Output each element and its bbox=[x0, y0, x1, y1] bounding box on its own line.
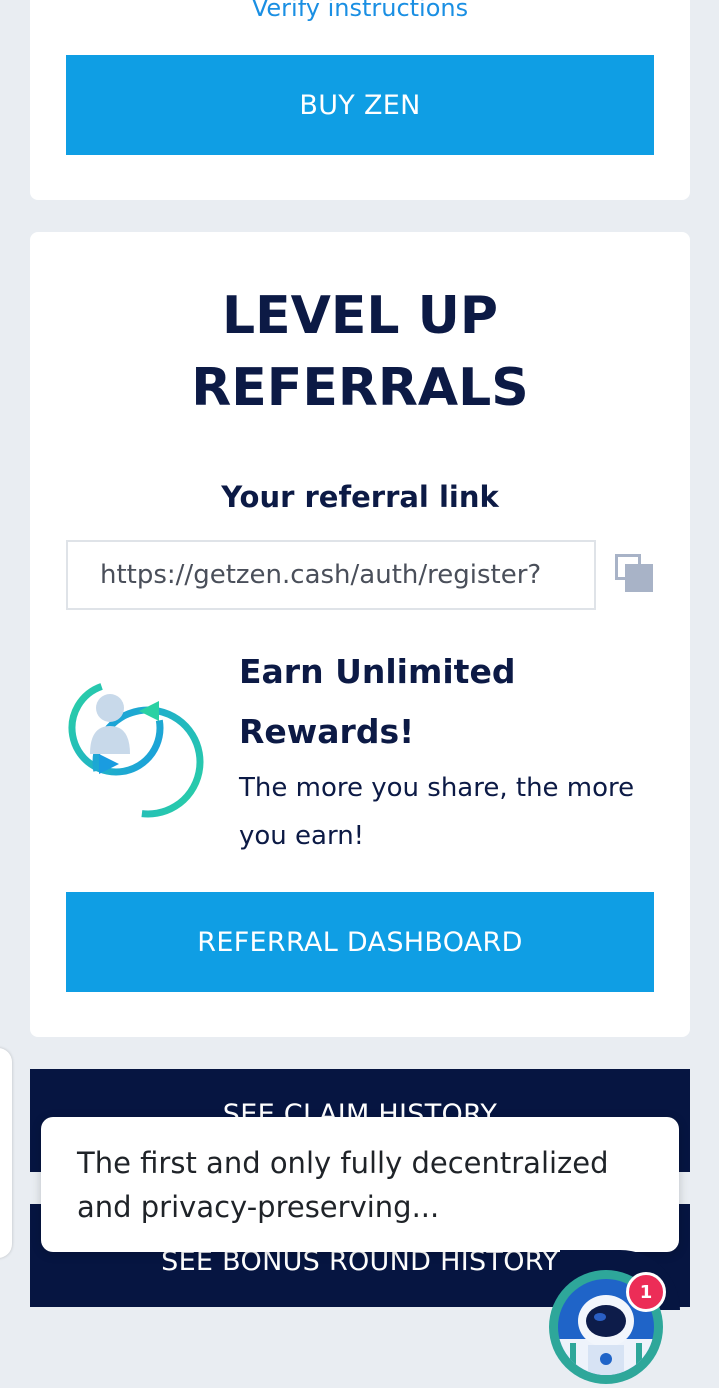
referral-cycle-icon bbox=[68, 680, 204, 818]
referrals-title-line1: LEVEL UP bbox=[222, 286, 498, 346]
chat-preview-bubble[interactable]: The first and only fully decentralized a… bbox=[41, 1117, 679, 1252]
earn-rewards-title: Earn Unlimited Rewards! bbox=[239, 652, 516, 751]
side-drawer-tab[interactable] bbox=[0, 1048, 12, 1258]
referrals-title-line2: REFERRALS bbox=[191, 358, 529, 418]
notification-badge: 1 bbox=[626, 1272, 666, 1312]
buy-zen-button[interactable]: BUY ZEN bbox=[66, 55, 654, 155]
referral-link-label: Your referral link bbox=[221, 480, 499, 514]
referrals-card: LEVEL UP REFERRALS Your referral link ht… bbox=[30, 232, 690, 1037]
earn-rewards-text: The more you share, the more you earn! bbox=[239, 773, 635, 851]
referral-dashboard-button[interactable]: REFERRAL DASHBOARD bbox=[66, 892, 654, 992]
chat-preview-message: The first and only fully decentralized a… bbox=[77, 1146, 609, 1224]
referrals-title: LEVEL UP REFERRALS bbox=[30, 280, 690, 424]
referral-link-field[interactable]: https://getzen.cash/auth/register? bbox=[66, 540, 596, 610]
buy-zen-card: Verify instructions BUY ZEN bbox=[30, 0, 690, 200]
verify-instructions-link[interactable]: Verify instructions bbox=[30, 0, 690, 22]
referral-link-value: https://getzen.cash/auth/register? bbox=[100, 560, 542, 590]
copy-icon[interactable] bbox=[615, 554, 653, 592]
